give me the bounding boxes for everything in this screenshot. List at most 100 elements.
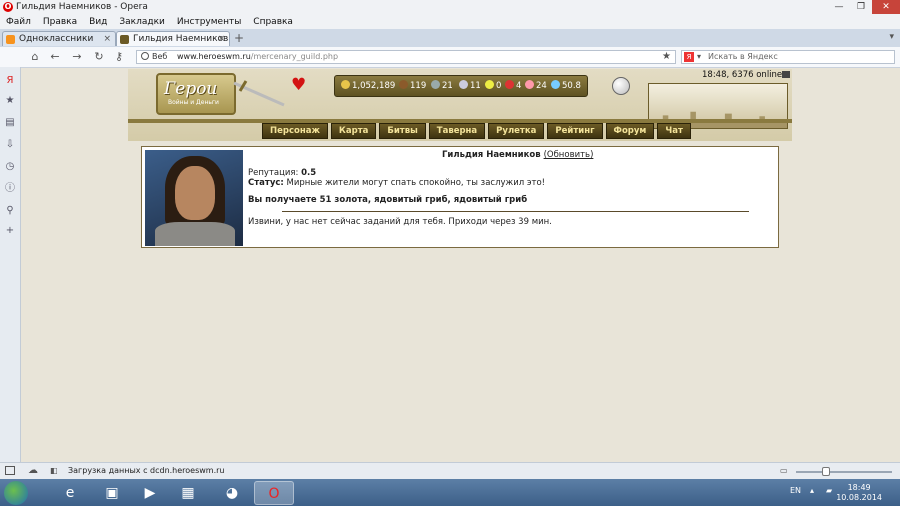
back-icon[interactable]: ← — [48, 50, 62, 64]
sword-icon — [233, 80, 285, 107]
tab-close-icon[interactable]: × — [103, 32, 111, 47]
nav-forum[interactable]: Форум — [605, 123, 655, 139]
turbo-icon[interactable]: ◧ — [50, 466, 58, 475]
guild-title: Гильдия Наемников (Обновить) — [442, 150, 594, 160]
forward-icon[interactable]: → — [70, 50, 84, 64]
tab-mercenary-guild[interactable]: Гильдия Наемников × — [116, 31, 230, 46]
status-text: Загрузка данных с dcdn.heroeswm.ru — [68, 466, 225, 475]
internet-explorer-icon[interactable]: e — [50, 481, 90, 505]
notes-icon[interactable]: ▤ — [4, 117, 16, 129]
resource-mercury: 11 — [459, 80, 481, 91]
nav-battles[interactable]: Битвы — [379, 123, 426, 139]
address-bar: ⌂ ← → ↻ ⚷ Веб www.heroeswm.ru/mercenary_… — [0, 47, 900, 68]
clock-date: 10.08.2014 — [836, 493, 882, 502]
media-player-icon[interactable]: ▶ — [130, 481, 170, 505]
close-button[interactable]: ✕ — [872, 0, 900, 14]
url-field[interactable]: Веб www.heroeswm.ru/mercenary_guild.php … — [136, 50, 676, 64]
tab-menu-icon[interactable]: ▾ — [889, 32, 894, 42]
resource-diamonds: 50.8 — [551, 80, 581, 91]
start-button[interactable] — [4, 481, 28, 505]
gold-icon — [341, 80, 350, 89]
menu-help[interactable]: Справка — [247, 15, 299, 29]
opera-sidebar: Я ★ ▤ ⇩ ◷ ⓘ ⚲ + — [0, 67, 21, 462]
search-placeholder: Искать в Яндекс — [708, 52, 778, 61]
yandex-sidebar-icon[interactable]: Я — [4, 75, 16, 87]
maximize-button[interactable]: ❐ — [850, 0, 872, 14]
resource-gems: 24 — [525, 80, 547, 91]
menu-view[interactable]: Вид — [83, 15, 113, 29]
reward-text: Вы получаете 51 золота, ядовитый гриб, я… — [248, 195, 528, 205]
new-tab-button[interactable]: + — [232, 32, 246, 45]
view-icon[interactable]: ▭ — [780, 466, 788, 475]
tab-label: Одноклассники — [19, 34, 94, 44]
nav-rating[interactable]: Рейтинг — [547, 123, 603, 139]
no-tasks-message: Извини, у нас нет сейчас заданий для теб… — [248, 217, 552, 227]
network-icon[interactable]: ▰ — [826, 486, 832, 495]
info-icon[interactable]: ⓘ — [4, 183, 16, 195]
monitor-icon — [782, 71, 790, 78]
menu-edit[interactable]: Правка — [37, 15, 83, 29]
opera-taskbar-icon[interactable]: O — [254, 481, 294, 505]
wood-icon — [399, 80, 408, 89]
logo-title: Герои — [164, 79, 218, 99]
cloud-icon[interactable]: ☁ — [28, 465, 38, 476]
mana-orb-icon[interactable] — [612, 77, 630, 95]
chrome-icon[interactable]: ◕ — [212, 481, 252, 505]
online-counter: 18:48, 6376 online — [702, 70, 783, 80]
web-badge[interactable]: Веб — [141, 52, 167, 61]
language-indicator[interactable]: EN — [790, 486, 801, 495]
search-engine-dropdown-icon[interactable]: ▾ — [697, 52, 701, 61]
status-bar: ☁ ◧ Загрузка данных с dcdn.heroeswm.ru ▭ — [0, 462, 900, 480]
panel-toggle-icon[interactable] — [5, 466, 15, 475]
reputation-line: Репутация: 0.5 — [248, 168, 317, 178]
nav-tavern[interactable]: Таверна — [428, 123, 486, 139]
game-logo[interactable]: Герои Войны и Деньги — [156, 73, 236, 115]
sulfur-icon — [485, 80, 494, 89]
nav-chat[interactable]: Чат — [657, 123, 691, 139]
file-explorer-icon[interactable]: ▣ — [92, 481, 132, 505]
diamond-icon — [551, 80, 560, 89]
nav-roulette[interactable]: Рулетка — [488, 123, 545, 139]
game-navigation: Персонаж Карта Битвы Таверна Рулетка Рей… — [262, 123, 694, 139]
tray-arrow-icon[interactable]: ▴ — [810, 486, 814, 495]
crystal-icon — [505, 80, 514, 89]
odnoklassniki-icon — [6, 35, 15, 44]
nav-character[interactable]: Персонаж — [262, 123, 328, 139]
game-header: Герои Войны и Деньги ♥ 1,052,189 119 21 … — [128, 69, 792, 141]
mercenary-guild-panel: Гильдия Наемников (Обновить) Репутация: … — [141, 146, 779, 248]
menu-tools[interactable]: Инструменты — [171, 15, 247, 29]
menu-bookmarks[interactable]: Закладки — [113, 15, 171, 29]
opera-icon: O — [3, 2, 13, 12]
divider — [282, 211, 749, 212]
menu-file[interactable]: Файл — [0, 15, 37, 29]
resource-crystals: 4 — [505, 80, 521, 91]
portrait-armor — [155, 222, 235, 246]
downloads-icon[interactable]: ⇩ — [4, 139, 16, 151]
resource-sulfur: 0 — [485, 80, 501, 91]
system-clock[interactable]: 18:49 10.08.2014 — [836, 483, 882, 503]
add-panel-icon[interactable]: + — [4, 225, 16, 237]
home-icon[interactable]: ⌂ — [28, 50, 42, 64]
nav-map[interactable]: Карта — [330, 123, 377, 139]
resource-wood: 119 — [399, 80, 426, 91]
tab-close-icon[interactable]: × — [217, 32, 225, 47]
key-icon[interactable]: ⚷ — [112, 50, 126, 64]
globe-icon — [141, 52, 149, 60]
bookmarks-star-icon[interactable]: ★ — [4, 95, 16, 107]
window-title: Гильдия Наемников - Opera — [16, 2, 148, 12]
calculator-icon[interactable]: ▦ — [168, 481, 208, 505]
zoom-slider[interactable] — [796, 471, 892, 473]
resource-gold: 1,052,189 — [341, 80, 395, 91]
minimize-button[interactable]: — — [828, 0, 850, 14]
search-field[interactable]: Я ▾ Искать в Яндекс — [681, 50, 895, 64]
tab-bar: Одноклассники × Гильдия Наемников × + ▾ — [0, 29, 900, 48]
tab-odnoklassniki[interactable]: Одноклассники × — [2, 31, 116, 46]
bookmark-star-icon[interactable]: ★ — [662, 51, 671, 62]
reload-icon[interactable]: ↻ — [92, 50, 106, 64]
health-heart-icon[interactable]: ♥ — [291, 75, 306, 95]
refresh-link[interactable]: (Обновить) — [544, 150, 594, 160]
history-icon[interactable]: ◷ — [4, 161, 16, 173]
search-icon[interactable]: ⚲ — [4, 205, 16, 217]
zoom-slider-thumb[interactable] — [822, 467, 830, 476]
ore-icon — [431, 80, 440, 89]
